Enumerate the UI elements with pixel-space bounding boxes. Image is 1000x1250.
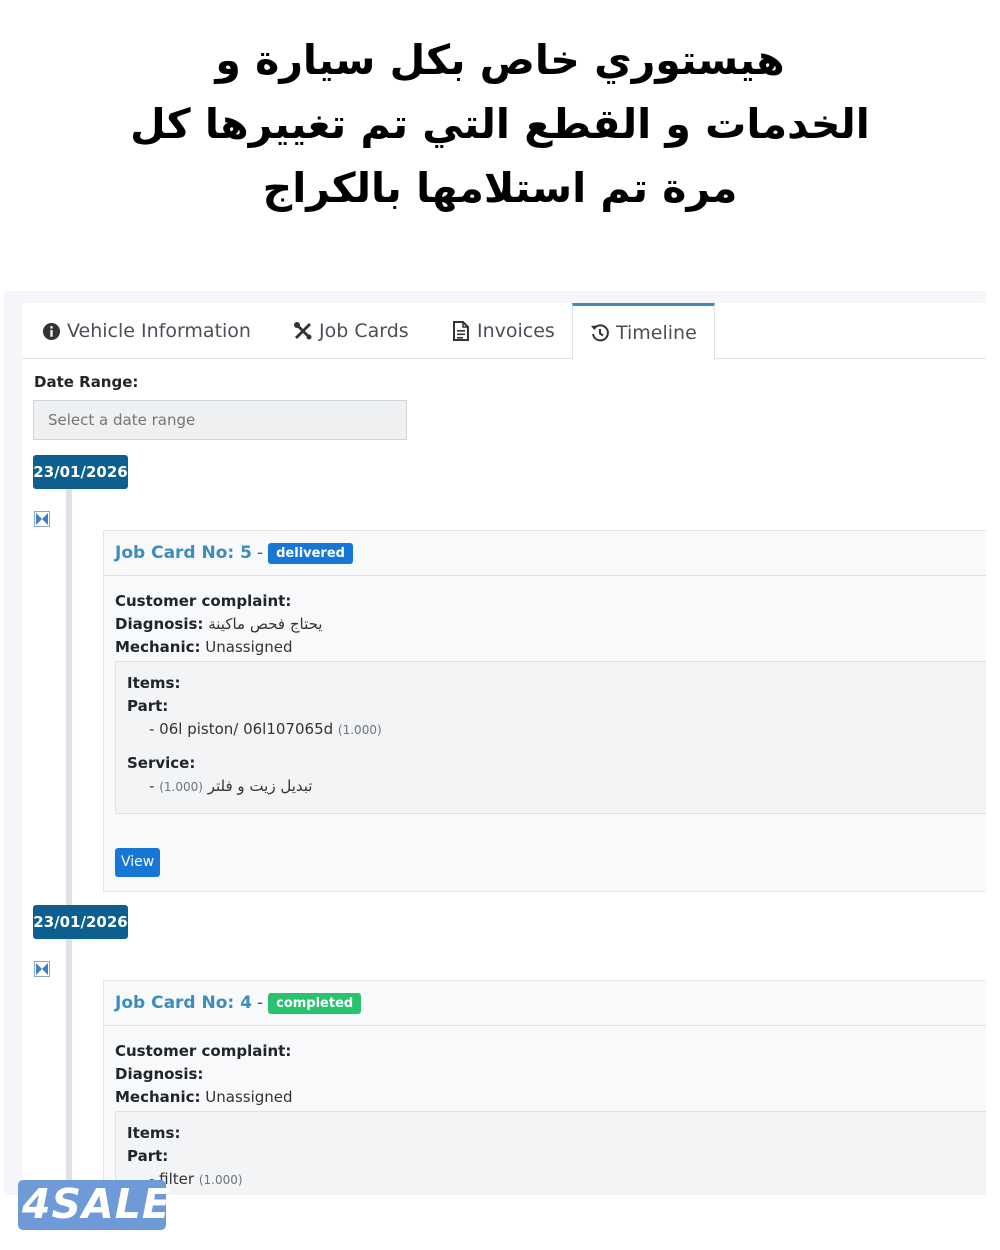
items-label: Items: xyxy=(127,674,181,692)
timeline-line xyxy=(66,488,72,1195)
complaint-row: Customer complaint: xyxy=(115,592,292,610)
job-card-header: Job Card No: 5 - delivered xyxy=(104,531,986,576)
items-label: Items: xyxy=(127,1124,181,1142)
tab-bar: Vehicle Information Job Cards Invoices T… xyxy=(22,303,986,360)
info-circle-icon xyxy=(40,320,62,342)
complaint-row: Customer complaint: xyxy=(115,1042,292,1060)
tab-timeline[interactable]: Timeline xyxy=(572,303,715,360)
job-card-body: Customer complaint: Diagnosis: يحتاج فحص… xyxy=(104,576,986,891)
status-badge: delivered xyxy=(268,542,353,564)
tab-vehicle-information[interactable]: Vehicle Information xyxy=(40,303,251,359)
mechanic-value: Unassigned xyxy=(205,1088,293,1106)
tab-job-cards[interactable]: Job Cards xyxy=(292,303,409,359)
mechanic-row: Mechanic: Unassigned xyxy=(115,1088,293,1106)
items-box: Items: Part: - filter (1.000) xyxy=(115,1111,986,1195)
diagnosis-row: Diagnosis: يحتاج فحص ماكينة xyxy=(115,615,323,633)
tab-label: Job Cards xyxy=(319,320,409,342)
service-label: Service: xyxy=(127,754,196,772)
job-card: Job Card No: 4 - completed Customer comp… xyxy=(103,980,986,1195)
part-item: - 06l piston/ 06l107065d (1.000) xyxy=(149,720,382,738)
job-card-title[interactable]: Job Card No: 5 xyxy=(115,543,252,563)
part-item: - filter (1.000) xyxy=(149,1170,243,1188)
broken-image-icon xyxy=(34,961,50,977)
history-icon xyxy=(589,322,611,344)
date-range-label: Date Range: xyxy=(34,373,139,391)
tab-label: Invoices xyxy=(477,320,555,342)
diagnosis-row: Diagnosis: xyxy=(115,1065,204,1083)
tools-icon xyxy=(292,320,314,342)
status-badge: completed xyxy=(268,992,362,1014)
timeline-date-badge: 23/01/2026 xyxy=(33,905,128,939)
job-card-header: Job Card No: 4 - completed xyxy=(104,981,986,1026)
tab-label: Vehicle Information xyxy=(67,320,251,342)
job-card-title[interactable]: Job Card No: 4 xyxy=(115,993,252,1013)
headline-line-1: هيستوري خاص بكل سيارة و xyxy=(215,36,785,84)
tab-invoices[interactable]: Invoices xyxy=(450,303,555,359)
timeline-date-badge: 23/01/2026 xyxy=(33,455,128,489)
headline-line-2: الخدمات و القطع التي تم تغييرها كل xyxy=(130,100,870,148)
headline-line-3: مرة تم استلامها بالكراج xyxy=(262,164,738,212)
part-label: Part: xyxy=(127,1147,169,1165)
document-icon xyxy=(450,320,472,342)
promo-headline: هيستوري خاص بكل سيارة و الخدمات و القطع … xyxy=(0,28,1000,220)
broken-image-icon xyxy=(34,511,50,527)
app-screenshot: Vehicle Information Job Cards Invoices T… xyxy=(4,291,986,1195)
mechanic-value: Unassigned xyxy=(205,638,293,656)
mechanic-row: Mechanic: Unassigned xyxy=(115,638,293,656)
part-label: Part: xyxy=(127,697,169,715)
tab-label: Timeline xyxy=(616,322,697,344)
job-card: Job Card No: 5 - delivered Customer comp… xyxy=(103,530,986,892)
items-box: Items: Part: - 06l piston/ 06l107065d (1… xyxy=(115,661,986,814)
vehicle-panel: Vehicle Information Job Cards Invoices T… xyxy=(22,303,986,1195)
service-item: - (1.000) تبديل زيت و فلتر xyxy=(149,777,313,795)
4sale-watermark-logo: 4SALE xyxy=(18,1180,170,1230)
diagnosis-value: يحتاج فحص ماكينة xyxy=(208,615,323,633)
job-card-body: Customer complaint: Diagnosis: Mechanic:… xyxy=(104,1026,986,1195)
view-button[interactable]: View xyxy=(115,848,161,877)
date-range-input[interactable] xyxy=(33,400,407,440)
